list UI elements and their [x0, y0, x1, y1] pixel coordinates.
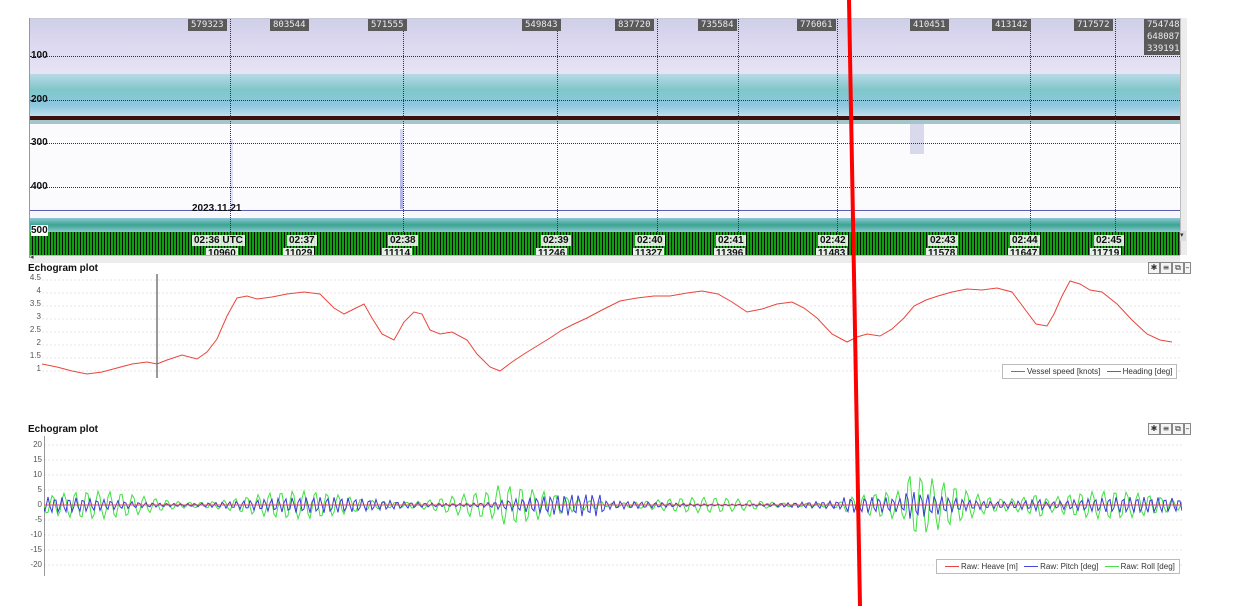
red-annotation-line: [847, 0, 862, 607]
